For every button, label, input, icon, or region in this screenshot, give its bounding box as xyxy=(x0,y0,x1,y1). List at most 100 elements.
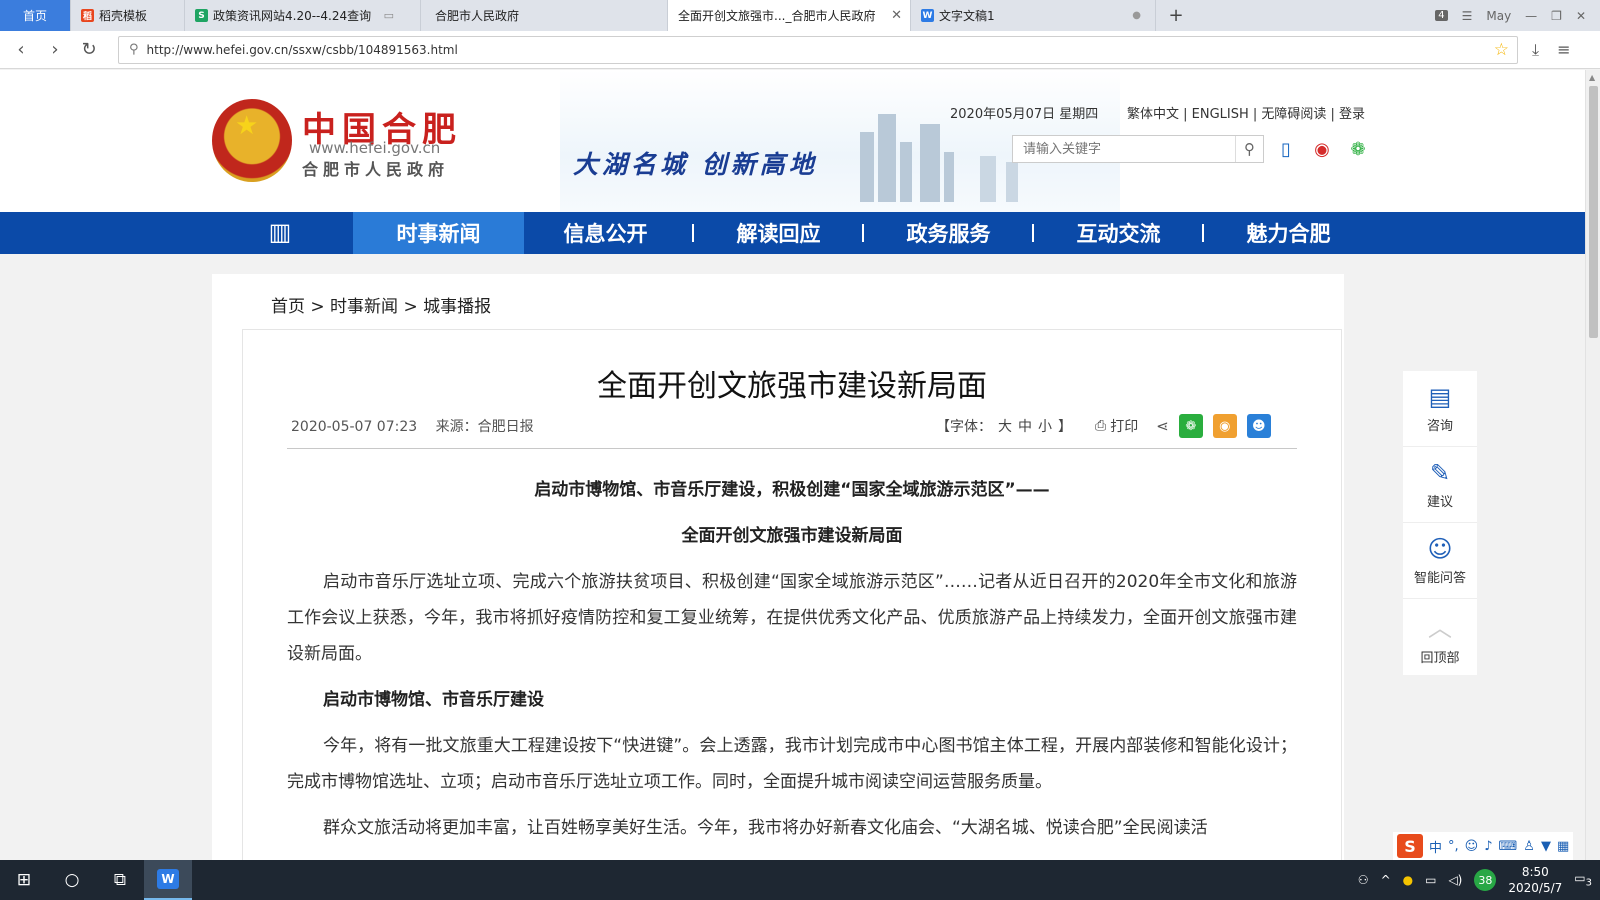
nav-item-interact[interactable]: 互动交流 xyxy=(1037,212,1200,254)
article-title: 全面开创文旅强市建设新局面 xyxy=(597,369,987,404)
task-view-icon[interactable]: ⧉ xyxy=(96,860,144,900)
forward-icon[interactable]: › xyxy=(38,39,72,60)
back-to-top-button[interactable]: ︿ 回顶部 xyxy=(1403,599,1477,675)
reload-icon[interactable]: ↻ xyxy=(72,39,106,60)
volume-icon[interactable]: ◁) xyxy=(1448,873,1462,887)
unsaved-dot-icon: ● xyxy=(1132,10,1141,21)
punctuation-icon[interactable]: °, xyxy=(1448,839,1459,854)
font-medium-button[interactable]: 中 xyxy=(1018,419,1032,435)
site-search-input[interactable] xyxy=(1013,136,1235,162)
wechat-icon[interactable]: ❁ xyxy=(1345,136,1371,162)
taskbar-wps-app[interactable]: W xyxy=(144,860,192,900)
voice-icon[interactable]: ♪ xyxy=(1484,839,1492,854)
taskbar: ⊞ ○ ⧉ W ⚇ ^ ● ▭ ◁) 38 8:50 2020/5/7 ▭3 xyxy=(0,860,1600,900)
emoji-icon[interactable]: ☺ xyxy=(1465,839,1479,854)
download-icon[interactable]: ⤓ xyxy=(1532,40,1539,60)
share-wechat-icon[interactable]: ❁ xyxy=(1178,414,1203,438)
font-large-button[interactable]: 大 xyxy=(998,419,1012,435)
menu-icon[interactable]: ☰ xyxy=(1462,9,1473,23)
chevron-up-icon: ︿ xyxy=(1428,614,1452,642)
word-icon: W xyxy=(921,9,934,22)
breadcrumb[interactable]: 首页 > 时事新闻 > 城事播报 xyxy=(271,292,491,317)
close-tab-icon[interactable]: ✕ xyxy=(891,8,902,23)
font-small-button[interactable]: 小 xyxy=(1038,419,1052,435)
windows-start-icon[interactable]: ⊞ xyxy=(0,860,48,900)
docer-icon: 稻 xyxy=(81,9,94,22)
article-paragraph: 今年，将有一批文旅重大工程建设按下“快进键”。会上透露，我市计划完成市中心图书馆… xyxy=(287,736,1297,792)
user-label[interactable]: May xyxy=(1486,9,1511,23)
tab-count-badge[interactable]: 4 xyxy=(1435,10,1448,21)
cortana-search-icon[interactable]: ○ xyxy=(48,860,96,900)
nav-item-services[interactable]: 政务服务 xyxy=(867,212,1030,254)
weibo-icon[interactable]: ◉ xyxy=(1309,136,1335,162)
site-slogan: 大湖名城 创新高地 xyxy=(573,150,818,179)
site-search: ⚲ xyxy=(1012,135,1264,163)
header-links[interactable]: 繁体中文 | ENGLISH | 无障碍阅读 | 登录 xyxy=(1127,103,1365,122)
browser-menu-icon[interactable]: ≡ xyxy=(1557,40,1570,60)
url-field[interactable]: ⚲ http://www.hefei.gov.cn/ssxw/csbb/1048… xyxy=(118,35,1518,64)
search-icon[interactable]: ⚲ xyxy=(1235,136,1263,162)
share-qq-icon[interactable]: ☻ xyxy=(1246,414,1271,438)
print-button[interactable]: ⎙ 打印 xyxy=(1095,416,1138,436)
scrollbar-thumb[interactable] xyxy=(1589,86,1598,338)
tab-spreadsheet[interactable]: S 政策资讯网站4.20--4.24查询 ▭ xyxy=(185,0,421,31)
new-tab-button[interactable]: + xyxy=(1156,0,1196,31)
side-toolbar: ▤ 咨询 ✎ 建议 ☺ 智能问答 ︿ 回顶部 xyxy=(1403,371,1477,675)
article: 全面开创文旅强市建设新局面 2020-05-07 07:23 来源：合肥日报 【… xyxy=(242,329,1342,860)
people-icon[interactable]: ⚇ xyxy=(1358,873,1369,887)
page-scrollbar[interactable]: ▲ xyxy=(1585,70,1600,860)
mobile-icon[interactable]: ▯ xyxy=(1273,136,1299,162)
national-emblem-logo[interactable]: ★ xyxy=(212,99,292,182)
taskbar-clock[interactable]: 8:50 2020/5/7 xyxy=(1508,864,1562,896)
action-center-icon[interactable]: ▭3 xyxy=(1574,871,1592,888)
system-tray: ⚇ ^ ● ▭ ◁) 38 8:50 2020/5/7 ▭3 xyxy=(1358,864,1600,896)
site-logo-url: www.hefei.gov.cn xyxy=(309,139,441,157)
nav-item-charm[interactable]: 魅力合肥 xyxy=(1207,212,1370,254)
tab-word-doc[interactable]: W 文字文稿1 ● xyxy=(911,0,1156,31)
suggest-button[interactable]: ✎ 建议 xyxy=(1403,447,1477,523)
back-icon[interactable]: ‹ xyxy=(4,39,38,60)
page-viewport: ★ 中国合肥 www.hefei.gov.cn 合肥市人民政府 大湖名城 创新高… xyxy=(0,70,1585,860)
building-logo-icon[interactable]: ▥ xyxy=(262,218,298,248)
nav-item-info[interactable]: 信息公开 xyxy=(524,212,687,254)
window-controls: 4 ☰ May — ❐ ✕ xyxy=(1435,0,1600,31)
article-section-head: 启动市博物馆、市音乐厅建设 xyxy=(323,690,544,710)
spreadsheet-icon: S xyxy=(195,9,208,22)
article-subhead: 全面开创文旅强市建设新局面 xyxy=(681,526,903,546)
bookmark-star-icon[interactable]: ☆ xyxy=(1494,40,1509,60)
edit-icon: ✎ xyxy=(1429,459,1451,487)
screen-icon: ▭ xyxy=(383,9,394,22)
article-subhead: 启动市博物馆、市音乐厅建设，积极创建“国家全域旅游示范区”—— xyxy=(534,480,1050,500)
close-window-icon[interactable]: ✕ xyxy=(1576,9,1586,23)
tray-expand-icon[interactable]: ^ xyxy=(1381,873,1391,887)
tab-docer[interactable]: 稻 稻壳模板 xyxy=(71,0,185,31)
ime-user-icon[interactable]: ♙ xyxy=(1523,839,1535,854)
tab-article[interactable]: 全面开创文旅强市..._合肥市人民政府 ✕ xyxy=(668,0,911,31)
scroll-up-icon[interactable]: ▲ xyxy=(1589,73,1595,82)
share-weibo-icon[interactable]: ◉ xyxy=(1212,414,1237,438)
skin-icon[interactable]: ▼ xyxy=(1541,839,1551,854)
header-social-icons: ▯ ◉ ❁ xyxy=(1273,136,1371,162)
nav-item-interpret[interactable]: 解读回应 xyxy=(697,212,860,254)
sogou-ime-icon[interactable]: S xyxy=(1397,834,1423,858)
network-icon[interactable]: ▭ xyxy=(1425,873,1436,887)
ime-menu-icon[interactable]: ▦ xyxy=(1557,839,1569,854)
tab-hefei-gov[interactable]: 合肥市人民政府 xyxy=(421,0,668,31)
article-source: 来源：合肥日报 xyxy=(435,419,534,435)
keyboard-icon[interactable]: ⌨ xyxy=(1499,839,1518,854)
nav-item-news[interactable]: 时事新闻 xyxy=(353,212,524,254)
security-tray-icon[interactable]: ● xyxy=(1403,873,1413,887)
tray-badge[interactable]: 38 xyxy=(1474,869,1497,891)
article-datetime: 2020-05-07 07:23 xyxy=(291,419,418,435)
share-icon[interactable]: ⋖ xyxy=(1156,417,1169,435)
consult-button[interactable]: ▤ 咨询 xyxy=(1403,371,1477,447)
search-icon: ⚲ xyxy=(129,42,139,57)
smart-qa-button[interactable]: ☺ 智能问答 xyxy=(1403,523,1477,599)
ime-lang-toggle[interactable]: 中 xyxy=(1429,837,1442,856)
content-panel: 首页 > 时事新闻 > 城事播报 全面开创文旅强市建设新局面 2020-05-0… xyxy=(212,274,1344,860)
tab-home[interactable]: 首页 xyxy=(0,0,71,31)
article-tools: 【字体：大中小】 ⎙ 打印 ⋖ ❁ ◉ ☻ xyxy=(933,414,1271,438)
minimize-icon[interactable]: — xyxy=(1525,9,1537,23)
header-date: 2020年05月07日 星期四 xyxy=(950,107,1099,122)
restore-icon[interactable]: ❐ xyxy=(1551,9,1562,23)
